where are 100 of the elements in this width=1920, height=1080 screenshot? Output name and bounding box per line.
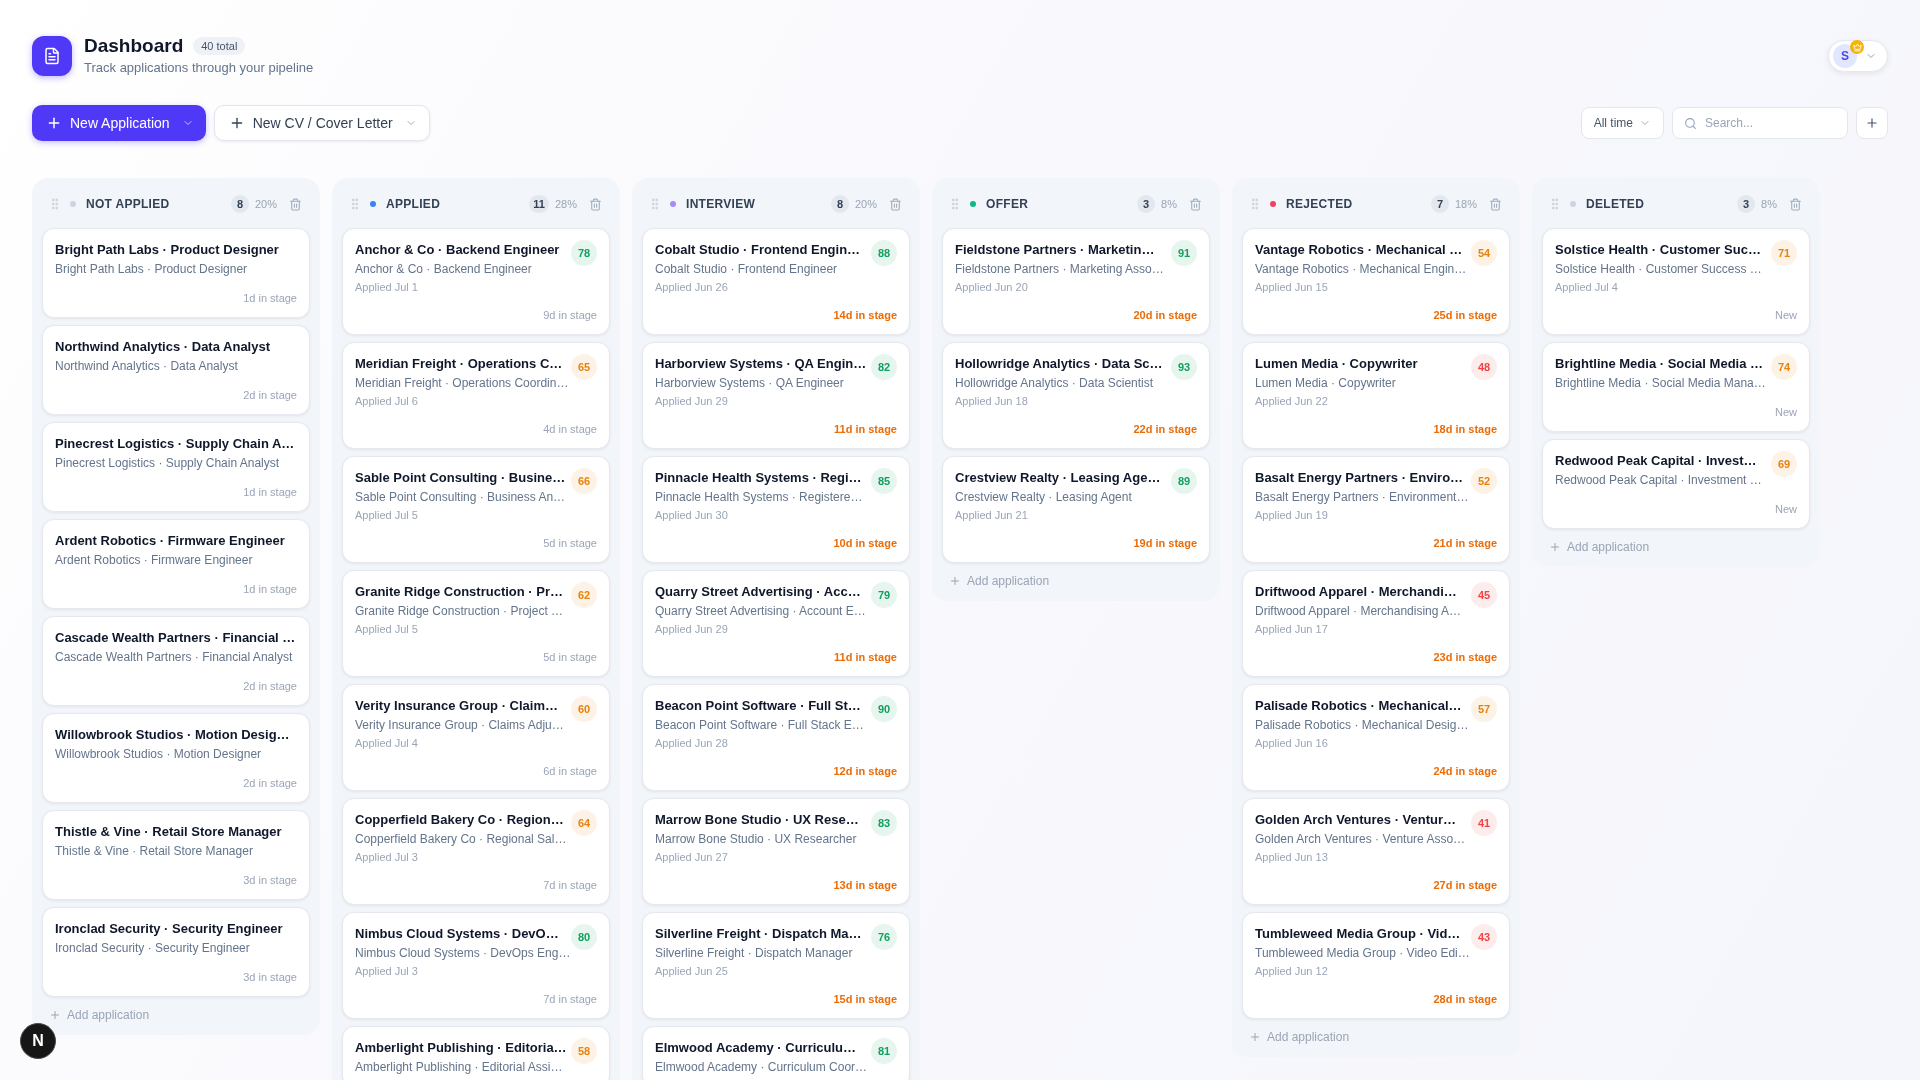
application-card[interactable]: Redwood Peak Capital · Invest… 69 Redwood Peak Capital · Investment … New [1542,439,1810,529]
card-title: Solstice Health · Customer Suc… [1555,241,1762,259]
column-title: APPLIED [386,196,441,213]
card-subtitle: Willowbrook Studios · Motion Designer [55,746,263,763]
application-card[interactable]: Palisade Robotics · Mechanical… 57 Palisade Robotics · Mechanical Desig… Applied Jun 16 24d in stage [1242,684,1510,791]
card-subtitle: Marrow Bone Studio · UX Researcher [655,831,858,848]
application-card[interactable]: Thistle & Vine · Retail Store Manager Thistle & Vine · Retail Store Manager 3d in stage [42,810,310,900]
applied-date: Applied Jun 17 [1255,622,1328,637]
application-card[interactable]: Basalt Energy Partners · Enviro… 52 Basalt Energy Partners · Environment… Applied Jun 19 21d in stage [1242,456,1510,563]
application-card[interactable]: Harborview Systems · QA Engin… 82 Harborview Systems · QA Engineer Applied Jun 29 11d in stage [642,342,910,449]
stage-duration: 5d in stage [543,650,597,665]
card-subtitle: Beacon Point Software · Full Stack E… [655,717,865,734]
application-card[interactable]: Tumbleweed Media Group · Vid… 43 Tumbleweed Media Group · Video Edi… Applied Jun 12 28d in stage [1242,912,1510,1019]
card-title: Fieldstone Partners · Marketin… [955,241,1156,259]
card-subtitle: Sable Point Consulting · Business An… [355,489,567,506]
card-title: Northwind Analytics · Data Analyst [55,338,271,356]
card-subtitle: Fieldstone Partners · Marketing Asso… [955,261,1165,278]
application-card[interactable]: Driftwood Apparel · Merchandi… 45 Driftwood Apparel · Merchandising A… Applied Jun 17 23d in stage [1242,570,1510,677]
application-card[interactable]: Elmwood Academy · Curriculu… 81 Elmwood Academy · Curriculum Coor… [642,1026,910,1080]
percent-label: 20% [254,196,277,212]
application-card[interactable]: Copperfield Bakery Co · Region… 64 Copperfield Bakery Co · Regional Sal… Applied Jul 3 7d in stage [342,798,610,905]
application-card[interactable]: Ironclad Security · Security Engineer Ironclad Security · Security Engineer 3d in stage [42,907,310,997]
application-card[interactable]: Cobalt Studio · Frontend Engin… 88 Cobalt Studio · Frontend Engineer Applied Jun 26 14d in stage [642,228,910,335]
trash-icon[interactable] [889,197,902,211]
score-badge: 74 [1771,354,1797,380]
applied-date: Applied Jul 3 [355,964,418,979]
application-card[interactable]: Nimbus Cloud Systems · DevO… 80 Nimbus Cloud Systems · DevOps Eng… Applied Jul 3 7d in stage [342,912,610,1019]
application-card[interactable]: Golden Arch Ventures · Ventur… 41 Golden Arch Ventures · Venture Asso… Applied Jun 13 27d in stage [1242,798,1510,905]
trash-icon[interactable] [1189,197,1202,211]
column-title: INTERVIEW [686,196,756,213]
application-card[interactable]: Vantage Robotics · Mechanical … 54 Vantage Robotics · Mechanical Engin… Applied Jun 15 25d in stage [1242,228,1510,335]
application-card[interactable]: Meridian Freight · Operations C… 65 Meridian Freight · Operations Coordin… Applied Jul 6 4d in stage [342,342,610,449]
search-field[interactable]: Search... [1672,107,1848,139]
application-card[interactable]: Brightline Media · Social Media … 74 Brightline Media · Social Media Mana… New [1542,342,1810,432]
application-card[interactable]: Crestview Realty · Leasing Age… 89 Crestview Realty · Leasing Agent Applied Jun 21 19d in stage [942,456,1210,563]
application-card[interactable]: Beacon Point Software · Full St… 90 Beacon Point Software · Full Stack E… Applied Jun 28 12d in stage [642,684,910,791]
application-card[interactable]: Ardent Robotics · Firmware Engineer Ardent Robotics · Firmware Engineer 1d in stage [42,519,310,609]
application-card[interactable]: Silverline Freight · Dispatch Ma… 76 Silverline Freight · Dispatch Manager Applied Jun 25 15d in stage [642,912,910,1019]
score-badge: 78 [571,240,597,266]
score-badge: 66 [571,468,597,494]
applied-date: Applied Jul 4 [355,736,418,751]
application-card[interactable]: Granite Ridge Construction · Pr… 62 Granite Ridge Construction · Project … Applied Jul 5 5d in stage [342,570,610,677]
application-card[interactable]: Pinnacle Health Systems · Regi… 85 Pinnacle Health Systems · Registere… Applied Jun 30 10d in stage [642,456,910,563]
card-subtitle: Thistle & Vine · Retail Store Manager [55,843,254,860]
card-title: Granite Ridge Construction · Pr… [355,583,563,601]
application-card[interactable]: Willowbrook Studios · Motion Desig… Willowbrook Studios · Motion Designer 2d in stage [42,713,310,803]
percent-label: 28% [554,196,577,212]
score-badge: 52 [1471,468,1497,494]
application-card[interactable]: Northwind Analytics · Data Analyst Northwind Analytics · Data Analyst 2d in stage [42,325,310,415]
application-card[interactable]: Fieldstone Partners · Marketin… 91 Fieldstone Partners · Marketing Asso… Applied Jun 20 20d in stage [942,228,1210,335]
add-button[interactable] [1856,107,1888,139]
plus-icon [1249,1031,1261,1043]
dev-tools-badge[interactable]: N [20,1023,56,1059]
applied-date: Applied Jun 30 [655,508,728,523]
percent-label: 8% [1761,196,1777,212]
new-application-button[interactable]: New Application [32,105,206,141]
application-card[interactable]: Hollowridge Analytics · Data Sc… 93 Hollowridge Analytics · Data Scientist Applied Jun 18 22d in stage [942,342,1210,449]
plus-icon [1865,116,1879,130]
score-badge: 76 [871,924,897,950]
application-card[interactable]: Anchor & Co · Backend Engineer 78 Anchor & Co · Backend Engineer Applied Jul 1 9d in stage [342,228,610,335]
card-title: Hollowridge Analytics · Data Sc… [955,355,1163,373]
card-title: Golden Arch Ventures · Ventur… [1255,811,1458,829]
card-subtitle: Lumen Media · Copywriter [1255,375,1397,392]
score-badge: 81 [871,1038,897,1064]
stage-duration: 7d in stage [543,992,597,1007]
card-title: Ironclad Security · Security Engineer [55,920,284,938]
application-card[interactable]: Verity Insurance Group · Claim… 60 Verity Insurance Group · Claims Adju… Applied Jul 4 6d in stage [342,684,610,791]
card-subtitle: Vantage Robotics · Mechanical Engin… [1255,261,1468,278]
applied-date: Applied Jun 13 [1255,850,1328,865]
score-badge: 85 [871,468,897,494]
application-card[interactable]: Bright Path Labs · Product Designer Bright Path Labs · Product Designer 1d in stage [42,228,310,318]
card-subtitle: Cobalt Studio · Frontend Engineer [655,261,839,278]
card-subtitle: Ironclad Security · Security Engineer [55,940,251,957]
application-card[interactable]: Cascade Wealth Partners · Financial … Cascade Wealth Partners · Financial Analyst 2d in stage [42,616,310,706]
new-cv-button[interactable]: New CV / Cover Letter [213,105,430,141]
application-card[interactable]: Marrow Bone Studio · UX Rese… 83 Marrow Bone Studio · UX Researcher Applied Jun 27 13d in stage [642,798,910,905]
trash-icon[interactable] [1789,197,1802,211]
application-card[interactable]: Pinecrest Logistics · Supply Chain A… Pinecrest Logistics · Supply Chain Analyst 1d in stage [42,422,310,512]
stage-duration: 25d in stage [1433,308,1497,323]
card-subtitle: Tumbleweed Media Group · Video Edi… [1255,945,1469,962]
card-subtitle: Pinecrest Logistics · Supply Chain Analyst [55,455,281,472]
card-title: Meridian Freight · Operations C… [355,355,563,373]
card-subtitle: Golden Arch Ventures · Venture Asso… [1255,831,1467,848]
trash-icon[interactable] [289,197,302,211]
card-title: Marrow Bone Studio · UX Rese… [655,811,860,829]
application-card[interactable]: Sable Point Consulting · Busine… 66 Sable Point Consulting · Business An… Applied Jul 5 5d in stage [342,456,610,563]
score-badge: 83 [871,810,897,836]
user-menu-button[interactable]: S [1828,40,1888,72]
date-filter-dropdown[interactable]: All time [1580,107,1664,139]
applied-date: Applied Jun 12 [1255,964,1328,979]
application-card[interactable]: Quarry Street Advertising · Acc… 79 Quarry Street Advertising · Account E… Applied Jun 29 11d in stage [642,570,910,677]
stage-duration: 23d in stage [1433,650,1497,665]
trash-icon[interactable] [589,197,602,211]
plus-icon [46,115,62,131]
application-card[interactable]: Lumen Media · Copywriter 48 Lumen Media · Copywriter Applied Jun 22 18d in stage [1242,342,1510,449]
trash-icon[interactable] [1489,197,1502,211]
application-card[interactable]: Solstice Health · Customer Suc… 71 Solstice Health · Customer Success … Applied Jul 4 New [1542,228,1810,335]
application-card[interactable]: Amberlight Publishing · Editoria… 58 Amberlight Publishing · Editorial Assi… [342,1026,610,1080]
applied-date: Applied Jun 19 [1255,508,1328,523]
stage-duration: 2d in stage [243,776,297,791]
